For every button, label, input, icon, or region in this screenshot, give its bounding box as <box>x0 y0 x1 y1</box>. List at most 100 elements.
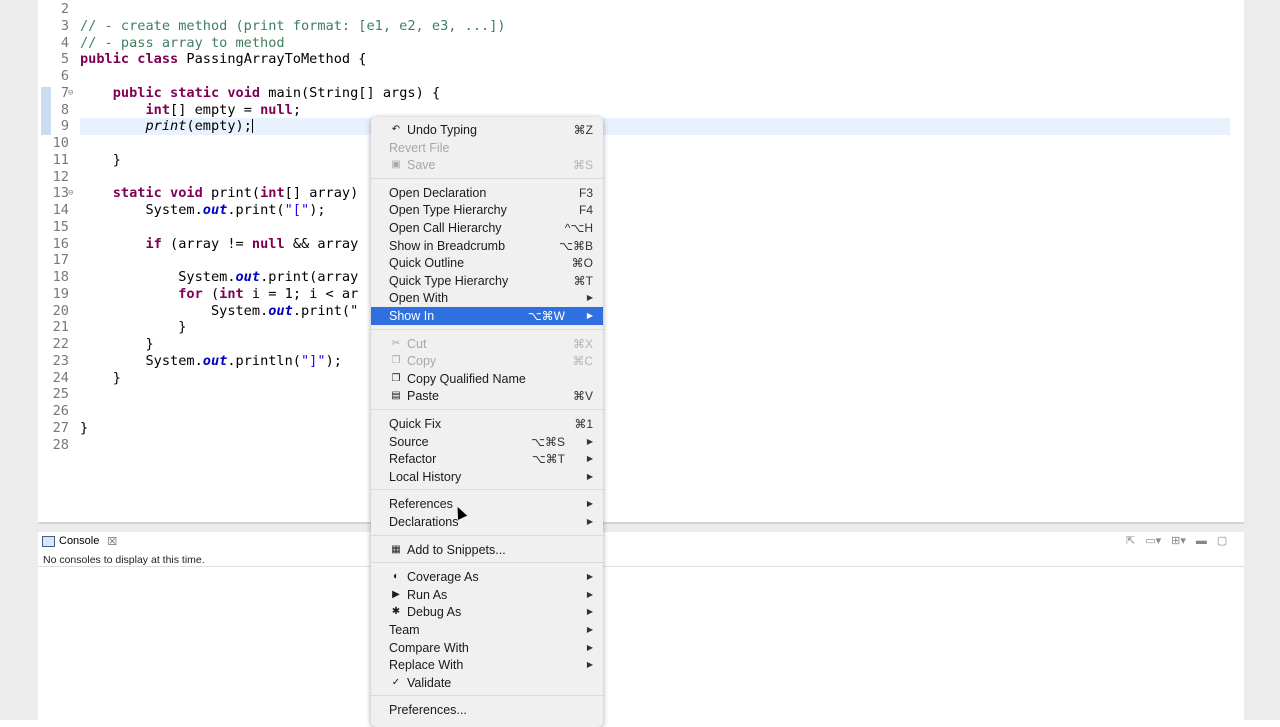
menu-item-refactor[interactable]: Refactor ⌥⌘T ▶ <box>371 450 603 468</box>
menu-item-team[interactable]: Team ▶ <box>371 621 603 639</box>
submenu-arrow-icon: ▶ <box>586 293 593 303</box>
menu-item-run-as[interactable]: ▶ Run As ▶ <box>371 586 603 604</box>
display-console-icon[interactable]: ▭▾ <box>1145 534 1161 547</box>
code-token: [] empty = <box>170 101 261 118</box>
menu-item-compare-with[interactable]: Compare With ▶ <box>371 639 603 657</box>
menu-item-copy-qualified-name[interactable]: ❐ Copy Qualified Name <box>371 370 603 388</box>
close-icon[interactable]: ☒ <box>107 535 117 548</box>
code-token: .print( <box>227 202 285 218</box>
code-token: if <box>145 235 162 252</box>
menu-item-label: Copy Qualified Name <box>407 371 526 386</box>
menu-item-save: ▣ Save ⌘S <box>371 156 603 174</box>
menu-item-validate[interactable]: ✓ Validate <box>371 674 603 692</box>
code-token: } <box>80 369 121 386</box>
menu-item-label: Quick Outline <box>389 256 465 271</box>
cut-icon: ✂ <box>391 337 401 349</box>
code-token: PassingArrayToMethod { <box>178 51 367 68</box>
sash[interactable] <box>38 524 1244 532</box>
minimize-icon[interactable]: ▬ <box>1196 535 1207 547</box>
menu-item-add-to-snippets[interactable]: ▦ Add to Snippets... <box>371 541 603 559</box>
menu-item-label: Preferences... <box>389 703 467 718</box>
submenu-arrow-icon: ▶ <box>586 436 593 446</box>
console-tab-label: Console <box>59 535 100 547</box>
save-icon: ▣ <box>391 159 401 171</box>
code-text: System.out.print(array <box>80 269 358 286</box>
menu-item-show-in-breadcrumb[interactable]: Show in Breadcrumb ⌥⌘B <box>371 237 603 255</box>
menu-item-declarations[interactable]: Declarations ▶ <box>371 513 603 531</box>
menu-item-debug-as[interactable]: ✱ Debug As ▶ <box>371 603 603 621</box>
submenu-arrow-icon: ▶ <box>586 589 593 599</box>
menu-item-label: Undo Typing <box>407 123 477 137</box>
code-token: } <box>80 336 154 352</box>
line-number: 12 <box>52 168 69 185</box>
checkbox-icon: ✓ <box>391 676 401 688</box>
code-editor[interactable] <box>38 0 1244 524</box>
menu-item-shortcut: ⌘Z <box>573 123 593 137</box>
menu-item-local-history[interactable]: Local History ▶ <box>371 468 603 486</box>
line-number: 20 <box>52 302 69 319</box>
code-token: } <box>80 419 89 436</box>
code-text: int[] empty = null; <box>80 102 301 119</box>
line-number: 21 <box>52 319 69 336</box>
menu-item-shortcut: ⌘1 <box>574 417 593 431</box>
text-caret <box>251 119 253 134</box>
menu-item-label: Team <box>389 623 420 637</box>
code-text: if (array != null && array <box>80 236 358 253</box>
line-number: 3 <box>60 17 69 34</box>
open-console-icon[interactable]: ⊞▾ <box>1171 534 1186 547</box>
undo-icon: ↶ <box>391 124 401 135</box>
code-token: main(String[] args) { <box>260 84 441 101</box>
menu-item-open-call-hierarchy[interactable]: Open Call Hierarchy ^⌥H <box>371 219 603 237</box>
code-text: print(empty); <box>80 118 253 135</box>
line-number: 9 <box>60 118 69 135</box>
tab-console[interactable]: Console ☒ <box>42 533 117 549</box>
menu-item-paste[interactable]: ▤ Paste ⌘V <box>371 387 603 405</box>
menu-item-source[interactable]: Source ⌥⌘S ▶ <box>371 433 603 451</box>
menu-item-coverage-as[interactable]: ◐ Coverage As ▶ <box>371 568 603 586</box>
menu-item-open-declaration[interactable]: Open Declaration F3 <box>371 184 603 202</box>
line-number: 4 <box>60 34 69 51</box>
menu-item-preferences[interactable]: Preferences... <box>371 701 603 719</box>
code-text: // - pass array to method <box>80 35 285 52</box>
submenu-arrow-icon: ▶ <box>586 642 593 652</box>
menu-separator <box>371 695 603 697</box>
menu-item-quick-outline[interactable]: Quick Outline ⌘O <box>371 254 603 272</box>
menu-item-shortcut: F4 <box>578 203 593 218</box>
pin-console-icon[interactable]: ⇱ <box>1126 534 1135 547</box>
submenu-arrow-icon: ▶ <box>586 572 593 582</box>
menu-item-shortcut: ⌘T <box>573 273 593 288</box>
menu-item-label: Paste <box>407 389 439 404</box>
menu-item-open-with[interactable]: Open With ▶ <box>371 289 603 307</box>
menu-item-shortcut: F3 <box>578 185 593 200</box>
fold-toggle-icon[interactable]: ⊖ <box>68 185 73 202</box>
console-message: No consoles to display at this time. <box>43 554 205 566</box>
menu-item-quick-type-hierarchy[interactable]: Quick Type Hierarchy ⌘T <box>371 272 603 290</box>
menu-item-open-type-hierarchy[interactable]: Open Type Hierarchy F4 <box>371 201 603 219</box>
debug-icon: ✱ <box>391 606 401 618</box>
code-text: } <box>80 336 154 353</box>
line-number: 13 <box>52 185 69 202</box>
submenu-arrow-icon: ▶ <box>586 471 593 481</box>
menu-item-label: Show in Breadcrumb <box>389 238 506 253</box>
code-text: System.out.println("]"); <box>80 352 341 370</box>
code-token: .println( <box>227 352 301 369</box>
menu-item-shortcut: ⌘X <box>572 336 593 351</box>
menu-item-label: Validate <box>407 675 452 690</box>
code-text: System.out.print("["); <box>80 202 325 219</box>
menu-item-references[interactable]: References ▶ <box>371 495 603 513</box>
code-token: int <box>219 285 244 302</box>
menu-item-show-in[interactable]: Show In ⌥⌘W ▶ <box>371 307 603 325</box>
fold-toggle-icon[interactable]: ⊖ <box>68 85 73 102</box>
line-number: 5 <box>60 51 69 68</box>
code-token: } <box>80 319 187 336</box>
menu-item-label: Add to Snippets... <box>407 542 506 557</box>
submenu-arrow-icon: ▶ <box>586 625 593 634</box>
submenu-arrow-icon: ▶ <box>586 660 593 670</box>
submenu-arrow-icon: ▶ <box>586 499 593 509</box>
line-number: 17 <box>52 252 69 269</box>
maximize-icon[interactable]: ▢ <box>1217 534 1227 547</box>
menu-item-undo-typing[interactable]: ↶ Undo Typing ⌘Z <box>371 121 603 139</box>
menu-item-replace-with[interactable]: Replace With ▶ <box>371 656 603 674</box>
menu-item-quick-fix[interactable]: Quick Fix ⌘1 <box>371 415 603 433</box>
